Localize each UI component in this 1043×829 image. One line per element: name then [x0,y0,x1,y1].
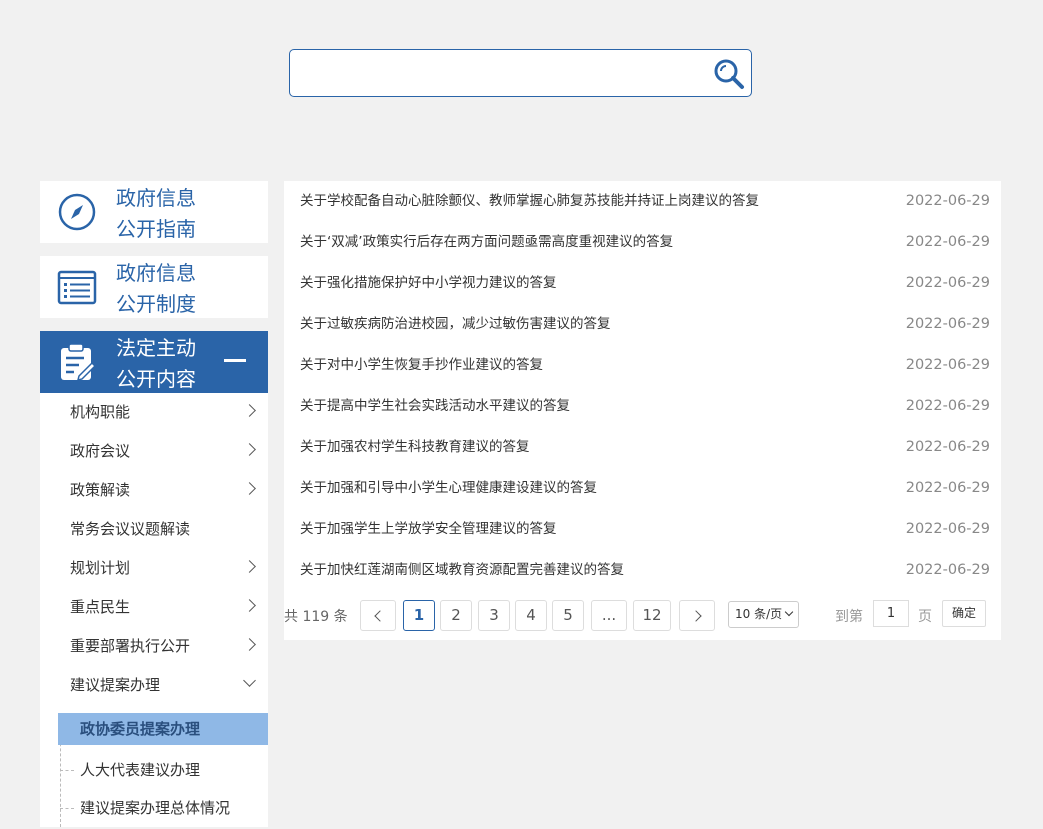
confirm-button[interactable]: 确定 [942,600,986,627]
sidebar-item[interactable]: 重点民生 [40,588,268,627]
nav-card-label: 法定主动 公开内容 [116,336,196,391]
list-item: 关于加强农村学生科技教育建议的答复 2022-06-29 [284,427,1001,468]
sidebar-item-label: 机构职能 [70,403,131,421]
goto-page-input[interactable]: 1 [873,600,909,627]
prev-page-button[interactable] [360,600,396,631]
list-item-title[interactable]: 关于加强和引导中小学生心理健康建设建议的答复 [300,468,597,509]
list-item: 关于加强学生上学放学安全管理建议的答复 2022-06-29 [284,509,1001,550]
list-item: 关于学校配备自动心脏除颤仪、教师掌握心肺复苏技能并持证上岗建议的答复 2022-0… [284,181,1001,222]
leaf-item-label: 政协委员提案办理 [80,720,201,738]
list-item-date: 2022-06-29 [905,275,990,291]
page-size-value: 10 条/页 [735,607,783,621]
list-item-title[interactable]: 关于提高中学生社会实践活动水平建议的答复 [300,386,570,427]
nav-card-statutory[interactable]: 法定主动 公开内容 [40,331,268,393]
list-item: 关于提高中学生社会实践活动水平建议的答复 2022-06-29 [284,386,1001,427]
sidebar-item-label: 重要部署执行公开 [70,637,191,655]
goto-prefix: 到第 [835,609,863,625]
search-button[interactable] [711,56,747,92]
goto-suffix: 页 [918,609,932,625]
chevron-right-icon [243,443,256,456]
list-item-date: 2022-06-29 [905,193,990,209]
chevron-right-icon [243,560,256,573]
leaf-item[interactable]: 人大代表建议办理 [40,751,268,789]
sidebar-item-label: 政策解读 [70,481,131,499]
list-item-date: 2022-06-29 [905,521,990,537]
sidebar-item[interactable]: 常务会议议题解读 [40,510,268,549]
list-item-date: 2022-06-29 [905,234,990,250]
page-button[interactable]: 5 [552,600,584,631]
list-document-icon [57,270,97,305]
sub-nav-list: 机构职能 政府会议 政策解读 常务会议议题解读 规划计划 重点民生 重要部署执行… [40,393,268,827]
sidebar-item[interactable]: 重要部署执行公开 [40,627,268,666]
list-item: 关于过敏疾病防治进校园，减少过敏伤害建议的答复 2022-06-29 [284,304,1001,345]
list-item-title[interactable]: 关于加强农村学生科技教育建议的答复 [300,427,530,468]
compass-icon [58,193,96,231]
sidebar-item[interactable]: 政策解读 [40,471,268,510]
sidebar-item-label: 常务会议议题解读 [70,520,191,538]
list-item-date: 2022-06-29 [905,398,990,414]
chevron-right-icon [243,404,256,417]
page-button[interactable]: 12 [633,600,671,631]
list-item: 关于加强和引导中小学生心理健康建设建议的答复 2022-06-29 [284,468,1001,509]
chevron-left-icon [373,610,386,622]
leaf-item[interactable]: 建议提案办理总体情况 [40,789,268,827]
chevron-right-icon [243,482,256,495]
search-box [289,49,752,97]
page-size-select[interactable]: 10 条/页 [728,601,799,628]
chevron-right-icon [243,599,256,612]
list-item: 关于加快红莲湖南侧区域教育资源配置完善建议的答复 2022-06-29 [284,550,1001,591]
search-input[interactable] [300,58,700,88]
leaf-item-label: 人大代表建议办理 [80,761,201,779]
tree-branch [60,770,74,771]
search-icon [714,59,744,89]
list-item-date: 2022-06-29 [905,562,990,578]
clipboard-edit-icon [61,343,97,382]
list-item-title[interactable]: 关于学校配备自动心脏除颤仪、教师掌握心肺复苏技能并持证上岗建议的答复 [300,181,759,222]
sidebar-item-label: 重点民生 [70,598,131,616]
chevron-down-icon [243,674,256,687]
sidebar-item[interactable]: 建议提案办理 [40,666,268,705]
nav-card-system[interactable]: 政府信息 公开制度 [40,256,268,318]
list-item-title[interactable]: 关于强化措施保护好中小学视力建议的答复 [300,263,557,304]
sidebar: 政府信息 公开指南 政府信息 公开制度 法定主动 公开内容 机构职能 政府会议 … [40,181,268,827]
leaf-list: 政协委员提案办理 人大代表建议办理 建议提案办理总体情况 [40,705,268,827]
chevron-right-icon [689,610,702,622]
pagination: 共 119 条 1 2 3 4 5 ... 12 10 条/页 到第 1 页 确… [284,600,1001,632]
nav-card-label: 政府信息 公开指南 [116,186,196,241]
sidebar-item[interactable]: 机构职能 [40,393,268,432]
list-item-title[interactable]: 关于‘双减’政策实行后存在两方面问题亟需高度重视建议的答复 [300,222,673,263]
tree-branch [60,808,74,809]
page-button[interactable]: 3 [478,600,510,631]
list-item-date: 2022-06-29 [905,439,990,455]
nav-card-label: 政府信息 公开制度 [116,261,196,316]
page-button[interactable]: 2 [440,600,472,631]
nav-card-guide[interactable]: 政府信息 公开指南 [40,181,268,243]
leaf-item-selected[interactable]: 政协委员提案办理 [58,713,268,745]
sidebar-item-label: 建议提案办理 [70,676,161,694]
page-button[interactable]: 1 [403,600,435,631]
chevron-right-icon [243,638,256,651]
list-item-title[interactable]: 关于加强学生上学放学安全管理建议的答复 [300,509,557,550]
list-item-date: 2022-06-29 [905,357,990,373]
list-item-date: 2022-06-29 [905,480,990,496]
list-item: 关于强化措施保护好中小学视力建议的答复 2022-06-29 [284,263,1001,304]
leaf-item-label: 建议提案办理总体情况 [80,799,231,817]
collapse-icon[interactable] [224,359,246,362]
list-item-title[interactable]: 关于对中小学生恢复手抄作业建议的答复 [300,345,543,386]
total-count: 共 119 条 [284,609,348,625]
chevron-down-icon [784,607,794,617]
list-item-title[interactable]: 关于过敏疾病防治进校园，减少过敏伤害建议的答复 [300,304,611,345]
sidebar-item[interactable]: 规划计划 [40,549,268,588]
sidebar-item-label: 政府会议 [70,442,131,460]
list-item: 关于对中小学生恢复手抄作业建议的答复 2022-06-29 [284,345,1001,386]
page-button[interactable]: 4 [515,600,547,631]
document-list-panel: 关于学校配备自动心脏除颤仪、教师掌握心肺复苏技能并持证上岗建议的答复 2022-0… [284,181,1001,640]
next-page-button[interactable] [679,600,715,631]
list-item: 关于‘双减’政策实行后存在两方面问题亟需高度重视建议的答复 2022-06-29 [284,222,1001,263]
page-ellipsis[interactable]: ... [591,600,627,631]
sidebar-item-label: 规划计划 [70,559,131,577]
list-item-title[interactable]: 关于加快红莲湖南侧区域教育资源配置完善建议的答复 [300,550,624,591]
sidebar-item[interactable]: 政府会议 [40,432,268,471]
list-item-date: 2022-06-29 [905,316,990,332]
